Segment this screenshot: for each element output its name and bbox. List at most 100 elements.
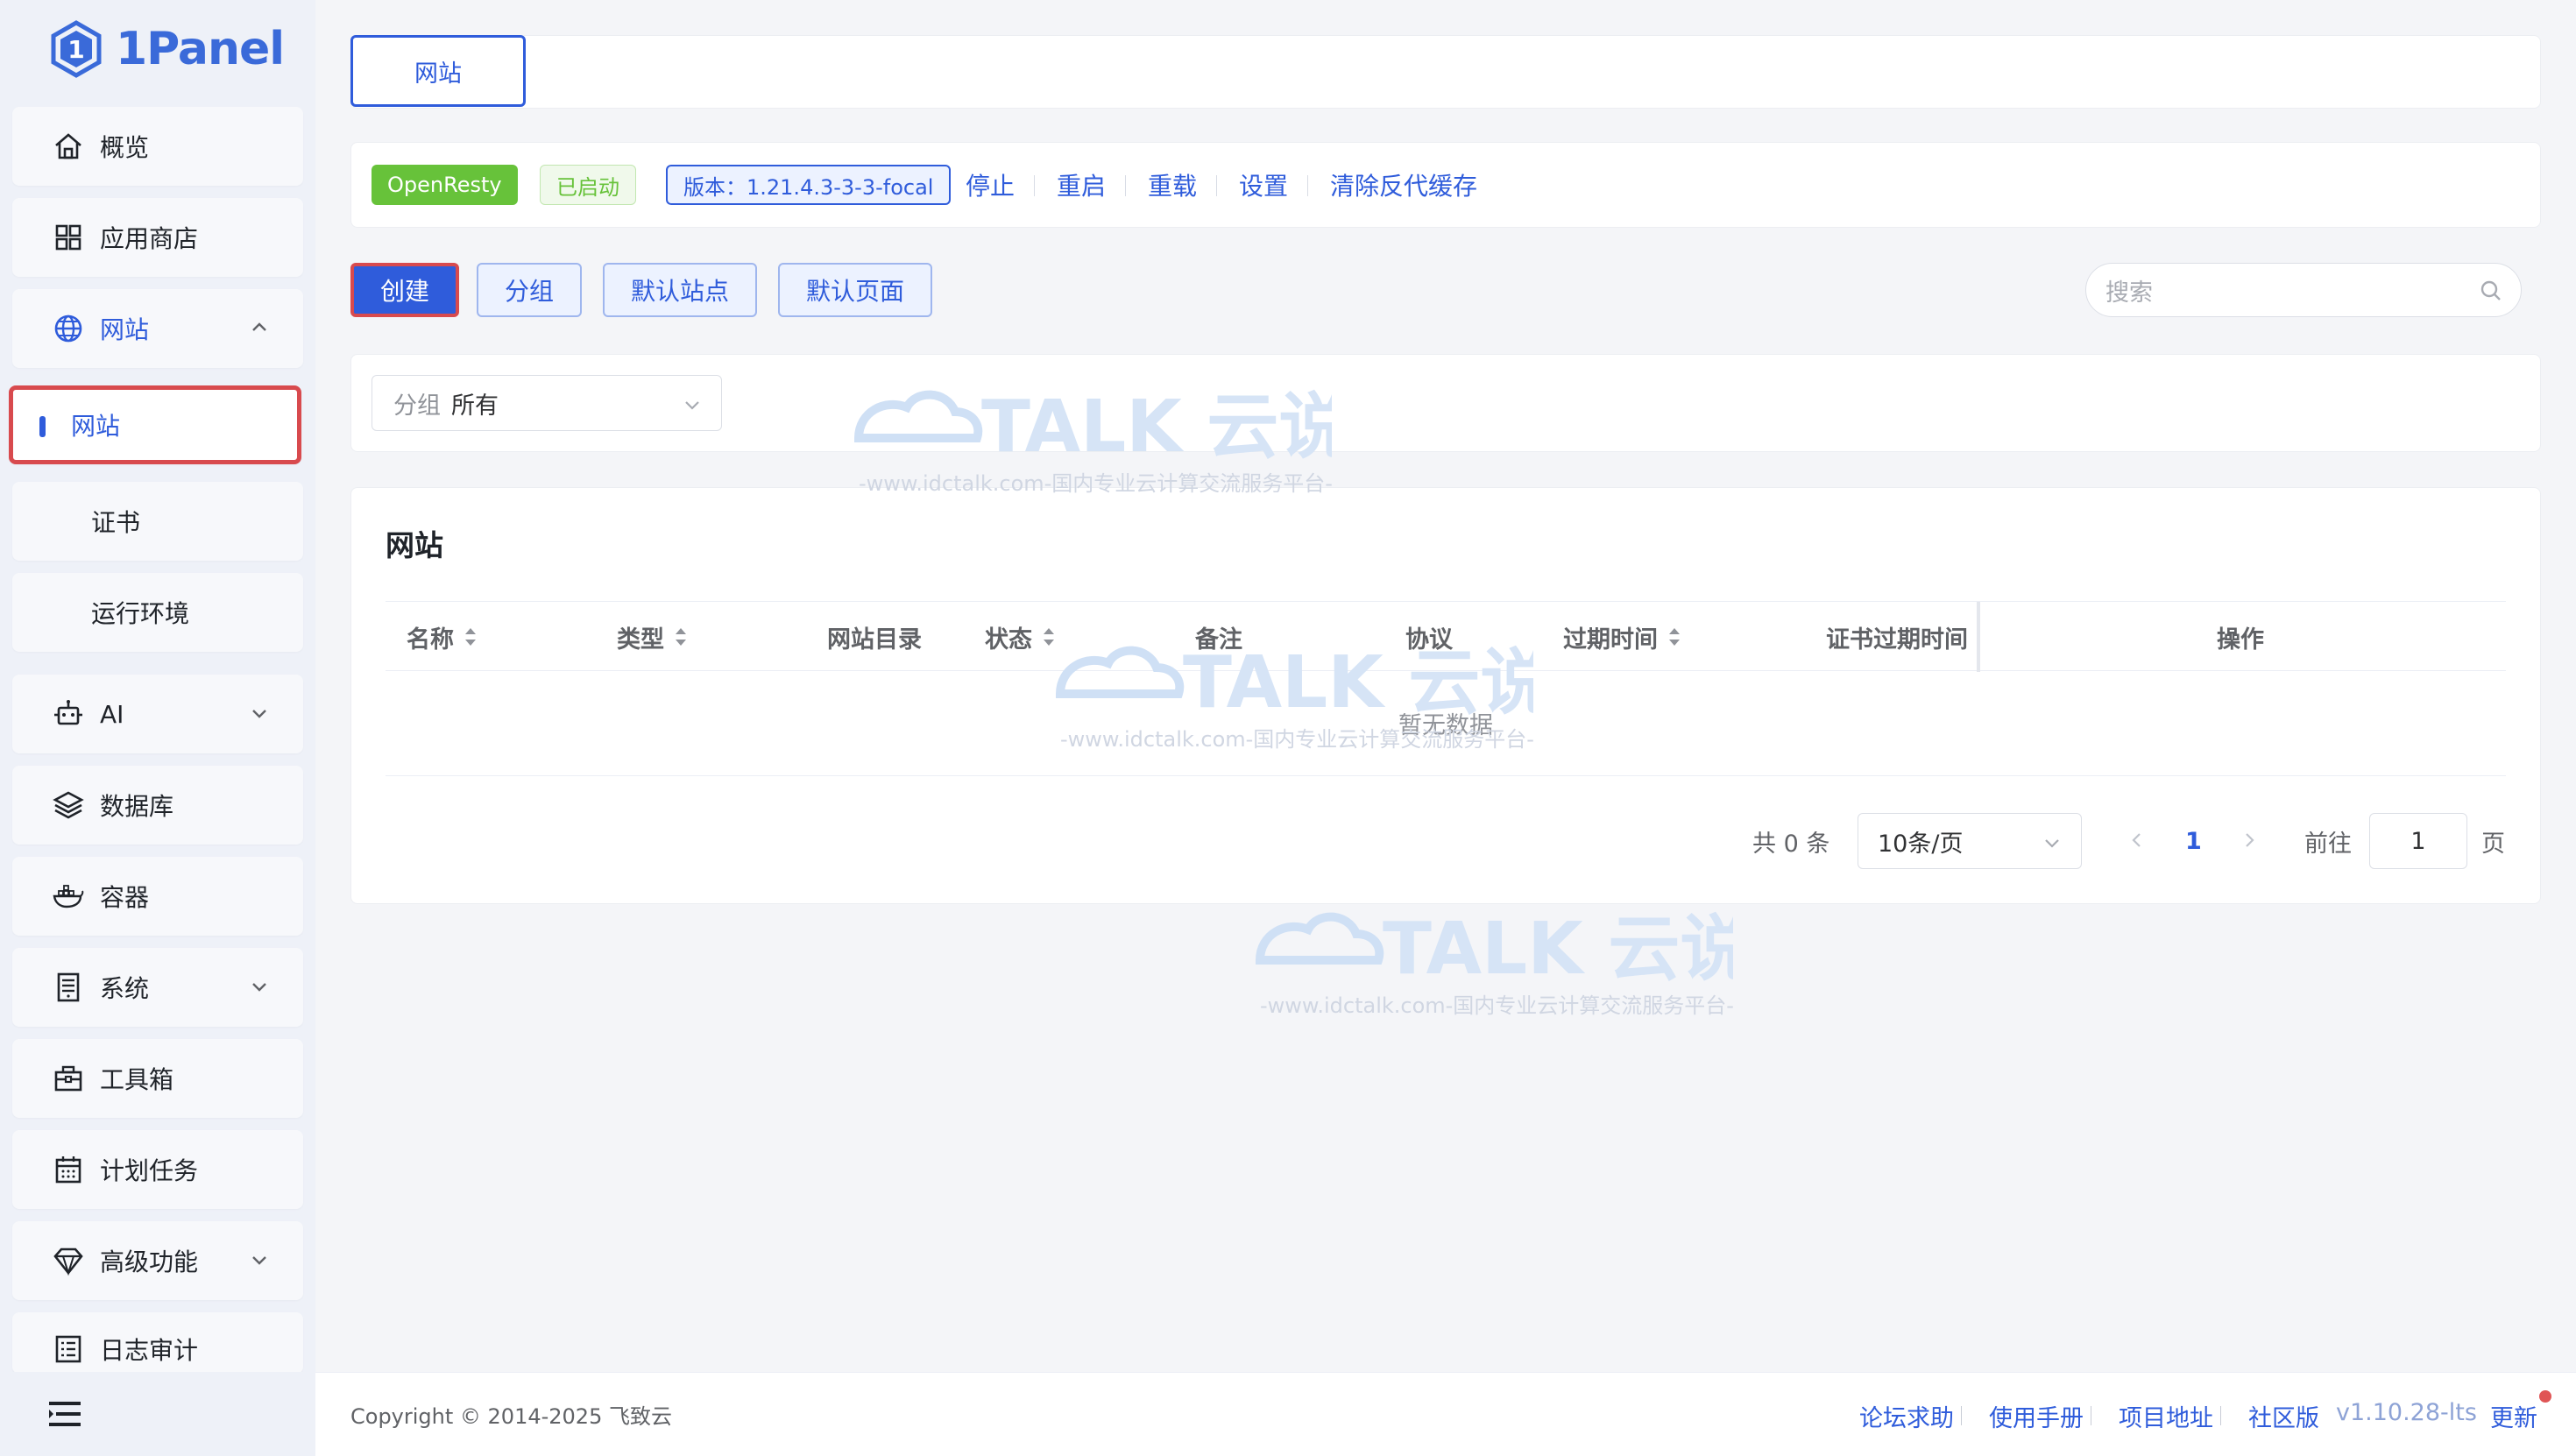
- sort-icon: [1044, 628, 1054, 646]
- sidebar-item-label: AI: [100, 699, 124, 729]
- sidebar-item-cronjob[interactable]: 计划任务: [12, 1130, 303, 1209]
- chevron-up-icon: [252, 322, 266, 331]
- brand-logo[interactable]: 1 1Panel: [49, 16, 285, 82]
- edition-link[interactable]: 社区版: [2248, 1399, 2319, 1433]
- goto-page-input[interactable]: 1: [2369, 813, 2467, 869]
- sidebar-item-database[interactable]: 数据库: [12, 766, 303, 845]
- pagination-total: 共 0 条: [1752, 830, 1830, 858]
- chevron-down-icon: [685, 401, 699, 410]
- sidebar-item-log-audit[interactable]: 日志审计: [12, 1312, 303, 1374]
- stop-link[interactable]: 停止: [966, 165, 1015, 205]
- sidebar-item-toolbox[interactable]: 工具箱: [12, 1039, 303, 1118]
- column-label: 类型: [617, 626, 664, 654]
- calendar-icon: [51, 1152, 86, 1187]
- sidebar-item-overview[interactable]: 概览: [12, 107, 303, 186]
- forum-link[interactable]: 论坛求助: [1859, 1399, 1954, 1433]
- column-label: 协议: [1405, 626, 1453, 654]
- menu-collapse-icon[interactable]: [47, 1398, 82, 1430]
- reload-link[interactable]: 重载: [1148, 165, 1197, 205]
- sidebar-group-website[interactable]: 网站: [12, 289, 303, 368]
- brand-name: 1Panel: [116, 23, 285, 75]
- column-label: 操作: [2217, 626, 2264, 654]
- sidebar-item-website[interactable]: 网站: [9, 385, 301, 464]
- tab-website[interactable]: 网站: [350, 35, 526, 107]
- chevron-down-icon: [252, 710, 266, 718]
- page-number-current[interactable]: 1: [2185, 813, 2202, 869]
- sidebar-item-advanced[interactable]: 高级功能: [12, 1221, 303, 1300]
- update-dot: [2539, 1390, 2551, 1403]
- log-icon: [51, 1332, 86, 1367]
- settings-link[interactable]: 设置: [1239, 165, 1288, 205]
- toolbox-icon: [51, 1061, 86, 1096]
- page-size-value: 10条/页: [1878, 830, 1964, 858]
- grid-icon: [51, 220, 86, 255]
- search-input[interactable]: 搜索: [2085, 263, 2522, 317]
- sidebar-item-runtime[interactable]: 运行环境: [12, 573, 303, 652]
- chevron-down-icon: [2045, 839, 2059, 848]
- sidebar: 1 1Panel 概览 应用商店 网站 网站 证书 运行环境 AI 数据库 容器…: [0, 0, 315, 1456]
- footer: Copyright © 2014-2025 飞致云 论坛求助 使用手册 项目地址…: [315, 1372, 2576, 1456]
- column-label: 名称: [407, 626, 454, 654]
- sidebar-item-label: 数据库: [100, 792, 174, 821]
- manual-link[interactable]: 使用手册: [1989, 1399, 2084, 1433]
- chevron-down-icon: [252, 1256, 266, 1265]
- restart-link[interactable]: 重启: [1057, 165, 1106, 205]
- sidebar-item-container[interactable]: 容器: [12, 857, 303, 936]
- column-name[interactable]: 名称: [407, 602, 478, 672]
- column-actions: 操作: [2217, 602, 2264, 672]
- watermark-subtext: -www.idctalk.com-国内专业云计算交流服务平台-: [1260, 993, 1733, 1018]
- home-icon: [51, 129, 86, 164]
- section-title: 网站: [386, 528, 443, 562]
- column-expire-date[interactable]: 过期时间: [1563, 602, 1682, 672]
- app-tag: OpenResty: [372, 165, 518, 205]
- column-status[interactable]: 状态: [985, 602, 1057, 672]
- sidebar-item-label: 容器: [100, 883, 150, 912]
- empty-text: 暂无数据: [1398, 712, 1493, 739]
- column-label: 过期时间: [1563, 626, 1658, 654]
- column-cert-expire: 证书过期时间: [1826, 602, 1968, 672]
- group-filter-value: 所有: [451, 392, 499, 420]
- group-button[interactable]: 分组: [477, 263, 582, 317]
- clear-proxy-cache-link[interactable]: 清除反代缓存: [1330, 165, 1477, 205]
- docker-icon: [51, 879, 86, 914]
- create-button[interactable]: 创建: [350, 263, 459, 317]
- watermark-logo: TALK 云说 -www.idctalk.com-国内专业云计算交流服务平台-: [1242, 899, 1752, 1025]
- page-suffix: 页: [2481, 830, 2505, 858]
- sidebar-item-label: 应用商店: [100, 224, 199, 253]
- search-placeholder: 搜索: [2105, 279, 2153, 307]
- column-label: 证书过期时间: [1826, 626, 1968, 654]
- column-label: 状态: [985, 626, 1032, 654]
- sidebar-item-label: 网站: [100, 315, 150, 344]
- sidebar-item-certificate[interactable]: 证书: [12, 482, 303, 561]
- version-text: v1.10.28-lts: [2336, 1399, 2477, 1426]
- project-link[interactable]: 项目地址: [2119, 1399, 2213, 1433]
- divider: [2220, 1406, 2221, 1425]
- column-site-dir: 网站目录: [827, 602, 922, 672]
- divider: [1216, 175, 1217, 196]
- svg-text:1: 1: [67, 35, 84, 64]
- sidebar-item-app-store[interactable]: 应用商店: [12, 198, 303, 277]
- sort-icon: [465, 628, 476, 646]
- column-label: 备注: [1195, 626, 1242, 654]
- divider: [1307, 175, 1308, 196]
- default-page-button[interactable]: 默认页面: [778, 263, 932, 317]
- status-badge: 已启动: [540, 165, 636, 205]
- table-header: 名称 类型 网站目录 状态 备注 协议 过期时间 证书过期时间 操作: [386, 601, 2506, 672]
- default-site-button[interactable]: 默认站点: [603, 263, 757, 317]
- sidebar-item-label: 工具箱: [100, 1065, 174, 1094]
- column-type[interactable]: 类型: [617, 602, 689, 672]
- robot-icon: [51, 696, 86, 732]
- prev-page-icon[interactable]: [2126, 829, 2148, 852]
- sidebar-item-ai[interactable]: AI: [12, 675, 303, 753]
- column-resize-handle[interactable]: [1977, 602, 1980, 672]
- watermark-text: TALK 云说: [1383, 908, 1733, 991]
- sidebar-item-label: 高级功能: [100, 1247, 199, 1276]
- column-protocol: 协议: [1405, 602, 1453, 672]
- group-filter-select[interactable]: 分组 所有: [372, 375, 722, 431]
- next-page-icon[interactable]: [2238, 829, 2261, 852]
- page-size-select[interactable]: 10条/页: [1858, 813, 2082, 869]
- update-link[interactable]: 更新: [2490, 1399, 2537, 1433]
- sidebar-item-system[interactable]: 系统: [12, 948, 303, 1027]
- divider: [1125, 175, 1126, 196]
- sidebar-item-label: 系统: [100, 974, 150, 1003]
